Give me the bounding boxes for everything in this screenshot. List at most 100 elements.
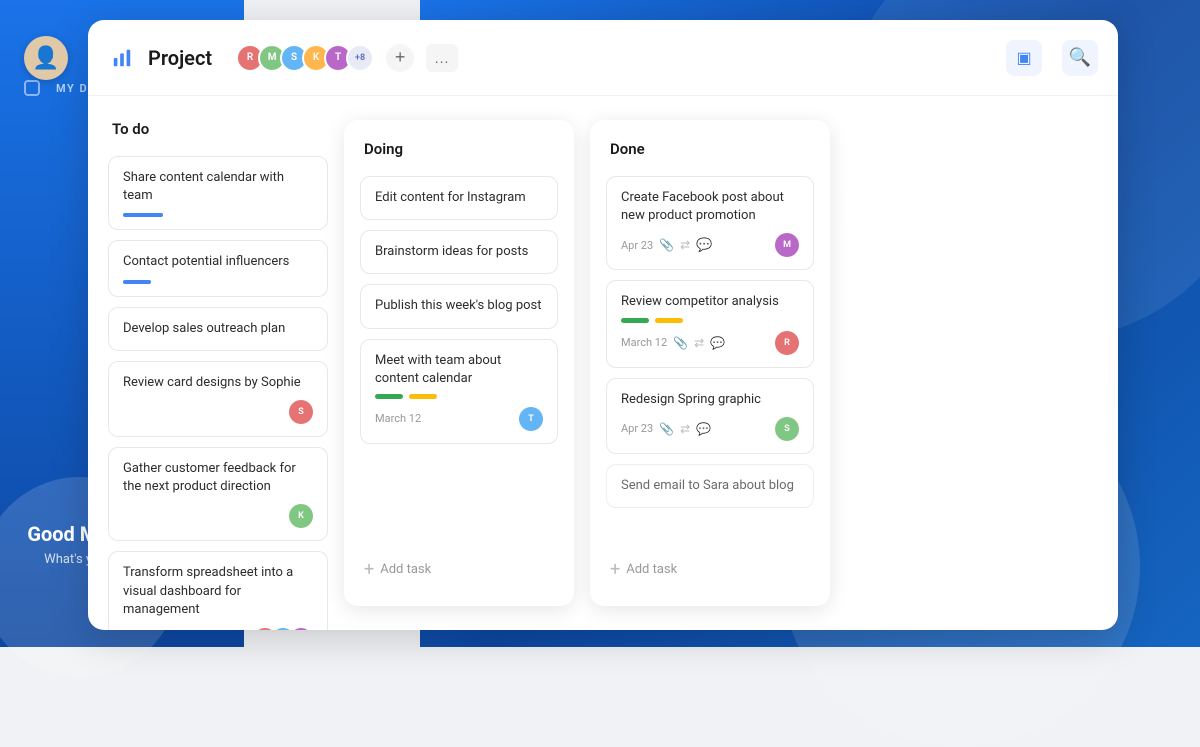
topbar-title: Project [148,46,212,70]
task-avatar: M [271,627,295,630]
column-spacer [360,454,558,543]
tags-row [621,318,799,323]
search-icon: 🔍 [1069,47,1091,68]
column-spacer [606,518,814,543]
share-icon: ⇄ [680,422,690,436]
my-day-checkbox[interactable] [24,80,40,96]
view-toggle-button[interactable]: ▣ [1006,40,1042,76]
tag-green [375,394,403,399]
meta-row: March 12 📎 ⇄ 💬 [621,336,725,350]
task-card[interactable]: Gather customer feedback for the next pr… [108,447,328,541]
task-title: Create Facebook post about new product p… [621,189,799,225]
comment-icon: 💬 [696,422,711,436]
doing-column: Doing Edit content for Instagram Brainst… [344,120,574,606]
tag-yellow [409,394,437,399]
task-footer: S [123,400,313,424]
task-footer: Apr 23 📎 ⇄ 💬 S [621,417,799,441]
project-icon [108,44,136,72]
add-icon: + [610,559,620,580]
done-column: Done Create Facebook post about new prod… [590,120,830,606]
attachment-icon: 📎 [659,422,674,436]
task-card[interactable]: Share content calendar with team [108,156,328,230]
task-card[interactable]: Brainstorm ideas for posts [360,230,558,274]
task-card[interactable]: Contact potential influencers [108,240,328,296]
more-options-button[interactable]: ... [426,44,458,72]
attachment-icon: 📎 [659,238,674,252]
profile-avatar[interactable]: 👤 [24,36,68,80]
task-date: Apr 23 [621,422,653,435]
add-icon: + [364,559,374,580]
add-section-plus: + [866,194,878,217]
meta-row: Apr 23 📎 ⇄ 💬 [621,422,711,436]
task-title: Review card designs by Sophie [123,374,313,392]
share-icon: ⇄ [680,238,690,252]
add-section-label: Add section [886,198,959,214]
board-area: To do Share content calendar with team C… [88,96,1118,630]
task-card[interactable]: Redesign Spring graphic Apr 23 📎 ⇄ 💬 S [606,378,814,454]
task-footer: March 12 📎 ⇄ 💬 R [621,331,799,355]
task-footer [123,280,313,284]
doing-header: Doing [360,140,558,166]
tags-row [375,394,543,399]
task-title: Redesign Spring graphic [621,391,799,409]
comment-icon: 💬 [696,238,712,253]
task-card[interactable]: Transform spreadsheet into a visual dash… [108,551,328,630]
task-card[interactable]: Create Facebook post about new product p… [606,176,814,270]
avatar-count[interactable]: +8 [346,44,374,72]
task-date: Apr 23 [621,239,653,252]
add-member-button[interactable]: + [386,44,414,72]
tag-yellow [655,318,683,323]
multi-avatar-row: R M T [253,627,313,630]
bar-chart-icon [111,47,133,69]
task-card[interactable]: Develop sales outreach plan [108,307,328,351]
task-title: Brainstorm ideas for posts [375,243,543,261]
task-date: March 12 [375,412,421,425]
task-title: Edit content for Instagram [375,189,543,207]
search-button[interactable]: 🔍 [1062,40,1098,76]
task-avatar: S [775,417,799,441]
view-icon: ▣ [1016,48,1031,68]
task-card[interactable]: Meet with team about content calendar Ma… [360,339,558,444]
topbar: Project R M S K T +8 + ... ▣ 🔍 [88,20,1118,96]
avatar-group: R M S K T +8 [236,44,374,72]
task-card[interactable]: Send email to Sara about blog [606,464,814,508]
task-avatar: T [519,407,543,431]
task-title: Send email to Sara about blog [621,477,799,495]
tag-green [621,318,649,323]
main-card: Project R M S K T +8 + ... ▣ 🔍 To do Sha… [88,20,1118,630]
progress-bar [123,213,163,217]
progress-bar [123,280,151,284]
task-title: Meet with team about content calendar [375,352,543,388]
task-title: Develop sales outreach plan [123,320,313,338]
task-footer: Apr 23 📎 ⇄ 💬 M [621,233,799,257]
comment-icon: 💬 [710,336,725,350]
todo-column: To do Share content calendar with team C… [108,120,328,606]
task-card[interactable]: Publish this week's blog post [360,284,558,328]
task-footer: K [123,504,313,528]
task-title: Publish this week's blog post [375,297,543,315]
task-card[interactable]: Review card designs by Sophie S [108,361,328,437]
add-task-button[interactable]: + Add task [360,553,558,586]
task-footer [123,213,313,217]
task-date: March 12 [621,336,667,349]
task-avatar: K [289,504,313,528]
task-title: Gather customer feedback for the next pr… [123,460,313,496]
attachment-icon: 📎 [673,336,688,350]
share-icon: ⇄ [694,336,704,350]
meta-row: Apr 23 📎 ⇄ 💬 [621,238,712,253]
task-title: Contact potential influencers [123,253,313,271]
task-avatar: M [775,233,799,257]
add-section-button[interactable]: + Add section [846,180,979,231]
task-footer: R M T [123,627,313,630]
add-task-button[interactable]: + Add task [606,553,814,586]
todo-header: To do [108,120,328,146]
task-card[interactable]: Review competitor analysis March 12 📎 ⇄ … [606,280,814,367]
task-avatar: R [253,627,277,630]
add-section-area: + Add section [846,156,979,231]
task-avatar: S [289,400,313,424]
task-title: Transform spreadsheet into a visual dash… [123,564,313,619]
task-card[interactable]: Edit content for Instagram [360,176,558,220]
task-title: Review competitor analysis [621,293,799,311]
done-header: Done [606,140,814,166]
task-title: Share content calendar with team [123,169,313,205]
